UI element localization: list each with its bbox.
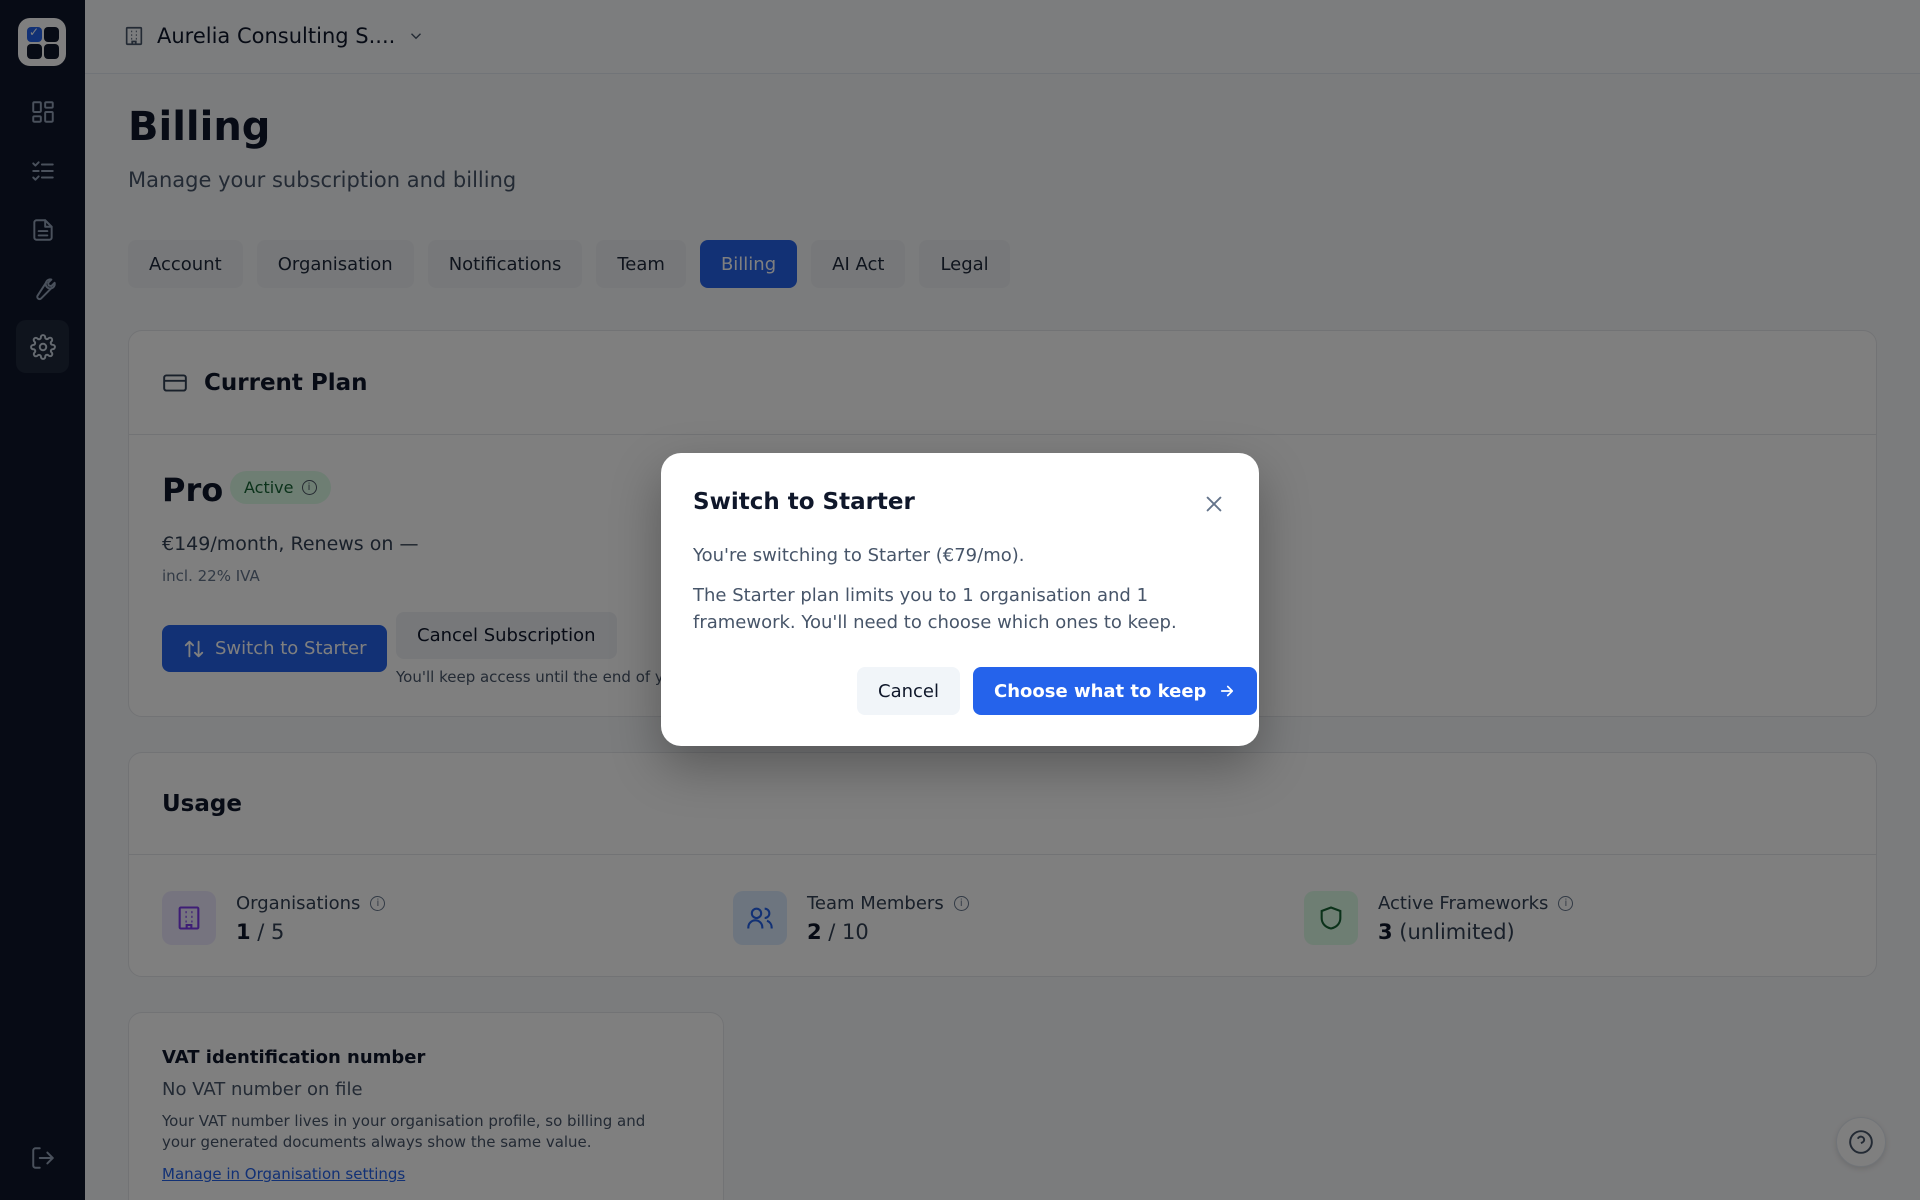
confirm-label: Choose what to keep xyxy=(994,680,1207,702)
modal-cancel-button[interactable]: Cancel xyxy=(857,667,960,715)
close-icon xyxy=(1206,496,1222,512)
choose-what-to-keep-button[interactable]: Choose what to keep xyxy=(973,667,1258,715)
modal-text-line2: The Starter plan limits you to 1 organis… xyxy=(693,585,1177,633)
close-button[interactable] xyxy=(1201,491,1227,517)
arrow-right-icon xyxy=(1221,685,1234,697)
switch-plan-modal: Switch to Starter You're switching to St… xyxy=(661,453,1259,746)
modal-text-line1: You're switching to Starter (€79/mo). xyxy=(693,545,1025,566)
modal-title: Switch to Starter xyxy=(693,489,915,515)
